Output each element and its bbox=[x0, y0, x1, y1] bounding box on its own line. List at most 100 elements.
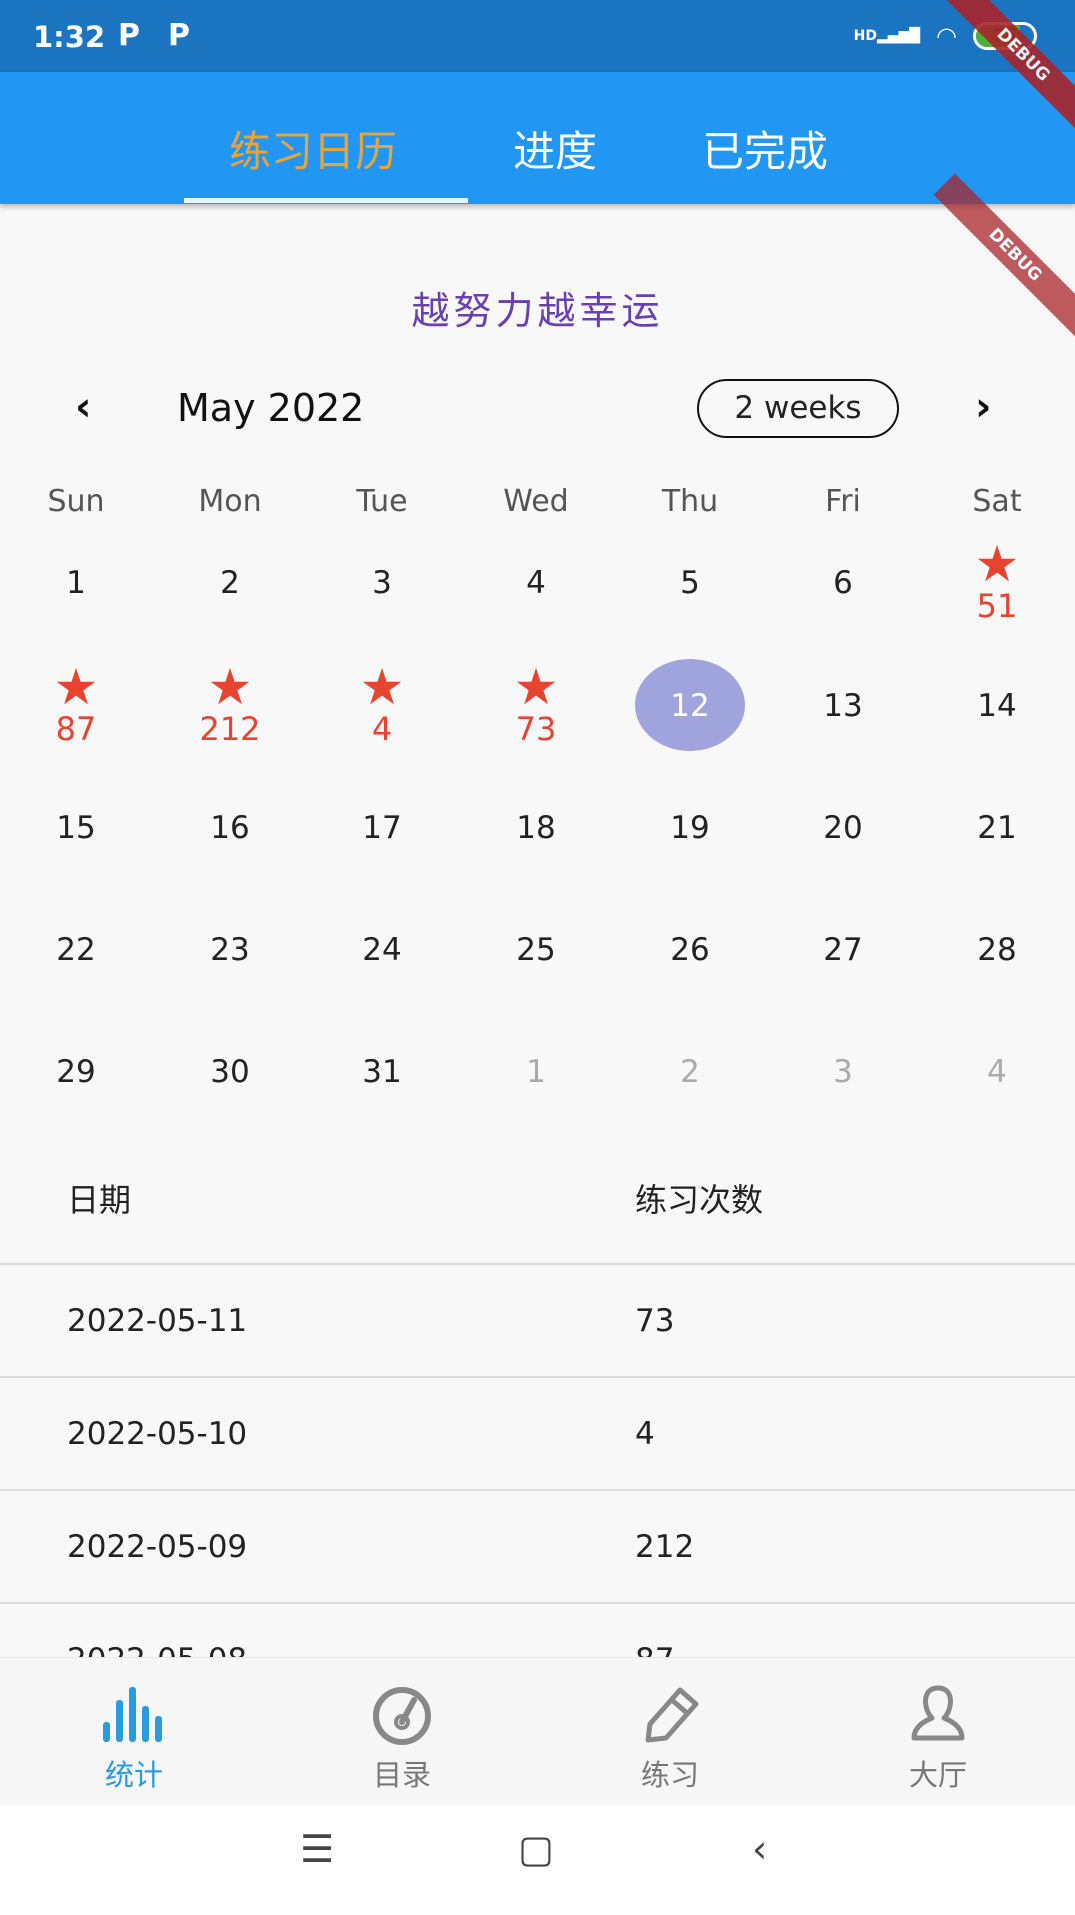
practice-count: 73 bbox=[515, 710, 557, 748]
table-row: 2022-05-10 4 bbox=[0, 1376, 1075, 1489]
calendar-day[interactable]: 4 bbox=[476, 531, 596, 631]
calendar-day[interactable]: 22 bbox=[16, 898, 136, 998]
day-number: 30 bbox=[210, 1054, 250, 1090]
nav-label: 大厅 bbox=[908, 1758, 967, 1792]
day-number: 21 bbox=[977, 810, 1017, 846]
tab-progress[interactable]: 进度 bbox=[513, 118, 597, 179]
day-number: 17 bbox=[362, 810, 402, 846]
weekday-label: Fri bbox=[825, 484, 861, 519]
day-number: 13 bbox=[823, 688, 863, 724]
day-number: 14 bbox=[977, 688, 1017, 724]
calendar-day[interactable]: ★ 73 bbox=[476, 654, 596, 754]
wifi-icon: ◠ bbox=[936, 22, 957, 50]
day-number: 5 bbox=[680, 565, 700, 601]
system-navigation-bar: ☰ ▢ ‹ bbox=[0, 1805, 1075, 1915]
day-number: 16 bbox=[210, 810, 250, 846]
calendar-day[interactable]: 21 bbox=[937, 776, 1057, 876]
day-number: 29 bbox=[56, 1054, 96, 1090]
day-number: 22 bbox=[56, 932, 96, 968]
calendar-day[interactable]: ★ 87 bbox=[16, 654, 136, 754]
calendar-day[interactable]: 28 bbox=[937, 898, 1057, 998]
nav-statistics[interactable]: 统计 bbox=[0, 1658, 268, 1806]
row-date: 2022-05-09 bbox=[67, 1529, 248, 1565]
calendar-month-title: May 2022 bbox=[177, 386, 365, 430]
nav-catalog[interactable]: 目录 bbox=[268, 1658, 536, 1806]
day-number: 1 bbox=[526, 1054, 546, 1090]
home-icon[interactable]: ▢ bbox=[518, 1827, 554, 1871]
column-header-count: 练习次数 bbox=[635, 1181, 764, 1219]
table-row: 2022-05-11 73 bbox=[0, 1263, 1075, 1376]
day-number: 28 bbox=[977, 932, 1017, 968]
day-number: 26 bbox=[670, 932, 710, 968]
day-number: 3 bbox=[372, 565, 392, 601]
calendar-day[interactable]: 26 bbox=[630, 898, 750, 998]
star-icon: ★ bbox=[207, 658, 253, 716]
row-date: 2022-05-10 bbox=[67, 1416, 248, 1452]
calendar-day[interactable]: 25 bbox=[476, 898, 596, 998]
day-number: 1 bbox=[66, 565, 86, 601]
day-number: 4 bbox=[987, 1054, 1007, 1090]
tab-completed[interactable]: 已完成 bbox=[702, 118, 828, 179]
calendar-day[interactable]: 23 bbox=[170, 898, 290, 998]
calendar-day[interactable]: 3 bbox=[783, 1020, 903, 1120]
weekday-label: Wed bbox=[503, 484, 569, 519]
day-number: 20 bbox=[823, 810, 863, 846]
nav-practice[interactable]: 练习 bbox=[536, 1658, 804, 1806]
tab-practice-calendar[interactable]: 练习日历 bbox=[229, 118, 397, 179]
table-row: 2022-05-09 212 bbox=[0, 1489, 1075, 1602]
calendar-day[interactable]: ★ 212 bbox=[170, 654, 290, 754]
calendar-day[interactable]: 30 bbox=[170, 1020, 290, 1120]
person-icon bbox=[804, 1682, 1072, 1746]
calendar-day[interactable]: 29 bbox=[16, 1020, 136, 1120]
app-bar: 练习日历 进度 已完成 bbox=[0, 72, 1075, 204]
notification-p-icon: P bbox=[168, 18, 190, 53]
day-number: 19 bbox=[670, 810, 710, 846]
star-icon: ★ bbox=[359, 658, 405, 716]
calendar-day[interactable]: 13 bbox=[783, 654, 903, 754]
practice-count: 212 bbox=[199, 710, 261, 748]
next-month-button[interactable]: › bbox=[975, 384, 991, 430]
calendar-day[interactable]: 3 bbox=[322, 531, 442, 631]
calendar-day[interactable]: 24 bbox=[322, 898, 442, 998]
calendar-day[interactable]: ★ 4 bbox=[322, 654, 442, 754]
practice-count: 51 bbox=[976, 587, 1018, 625]
prev-month-button[interactable]: ‹ bbox=[75, 384, 91, 430]
weekday-label: Sat bbox=[972, 484, 1022, 519]
calendar-day[interactable]: 1 bbox=[16, 531, 136, 631]
calendar-day[interactable]: 31 bbox=[322, 1020, 442, 1120]
calendar-day[interactable]: 17 bbox=[322, 776, 442, 876]
bar-chart-icon bbox=[0, 1682, 268, 1746]
calendar-day[interactable]: 19 bbox=[630, 776, 750, 876]
back-icon[interactable]: ‹ bbox=[752, 1827, 767, 1871]
status-bar: 1:32 P P HD▂▄▆█ ◠ 75 bbox=[0, 0, 1075, 72]
calendar-day[interactable]: 12 bbox=[630, 654, 750, 754]
calendar-day[interactable]: 5 bbox=[630, 531, 750, 631]
calendar-day[interactable]: 1 bbox=[476, 1020, 596, 1120]
calendar-day[interactable]: 4 bbox=[937, 1020, 1057, 1120]
calendar-day[interactable]: ★ 51 bbox=[937, 531, 1057, 631]
row-count: 212 bbox=[635, 1529, 695, 1565]
calendar-day[interactable]: 16 bbox=[170, 776, 290, 876]
day-number: 12 bbox=[670, 688, 710, 724]
day-number: 25 bbox=[516, 932, 556, 968]
weekday-label: Sun bbox=[47, 484, 105, 519]
day-number: 27 bbox=[823, 932, 863, 968]
pencil-icon bbox=[536, 1682, 804, 1746]
calendar-day[interactable]: 15 bbox=[16, 776, 136, 876]
calendar-day[interactable]: 14 bbox=[937, 654, 1057, 754]
nav-label: 统计 bbox=[104, 1758, 163, 1792]
column-header-date: 日期 bbox=[67, 1181, 132, 1219]
format-toggle-button[interactable]: 2 weeks bbox=[697, 379, 899, 438]
menu-icon[interactable]: ☰ bbox=[300, 1827, 334, 1871]
calendar-day[interactable]: 2 bbox=[170, 531, 290, 631]
calendar-day[interactable]: 6 bbox=[783, 531, 903, 631]
calendar-day[interactable]: 20 bbox=[783, 776, 903, 876]
dial-icon bbox=[268, 1682, 536, 1746]
row-count: 73 bbox=[635, 1303, 675, 1339]
practice-count: 4 bbox=[371, 710, 393, 748]
practice-count: 87 bbox=[55, 710, 97, 748]
calendar-day[interactable]: 27 bbox=[783, 898, 903, 998]
calendar-day[interactable]: 2 bbox=[630, 1020, 750, 1120]
calendar-day[interactable]: 18 bbox=[476, 776, 596, 876]
nav-lobby[interactable]: 大厅 bbox=[804, 1658, 1072, 1806]
